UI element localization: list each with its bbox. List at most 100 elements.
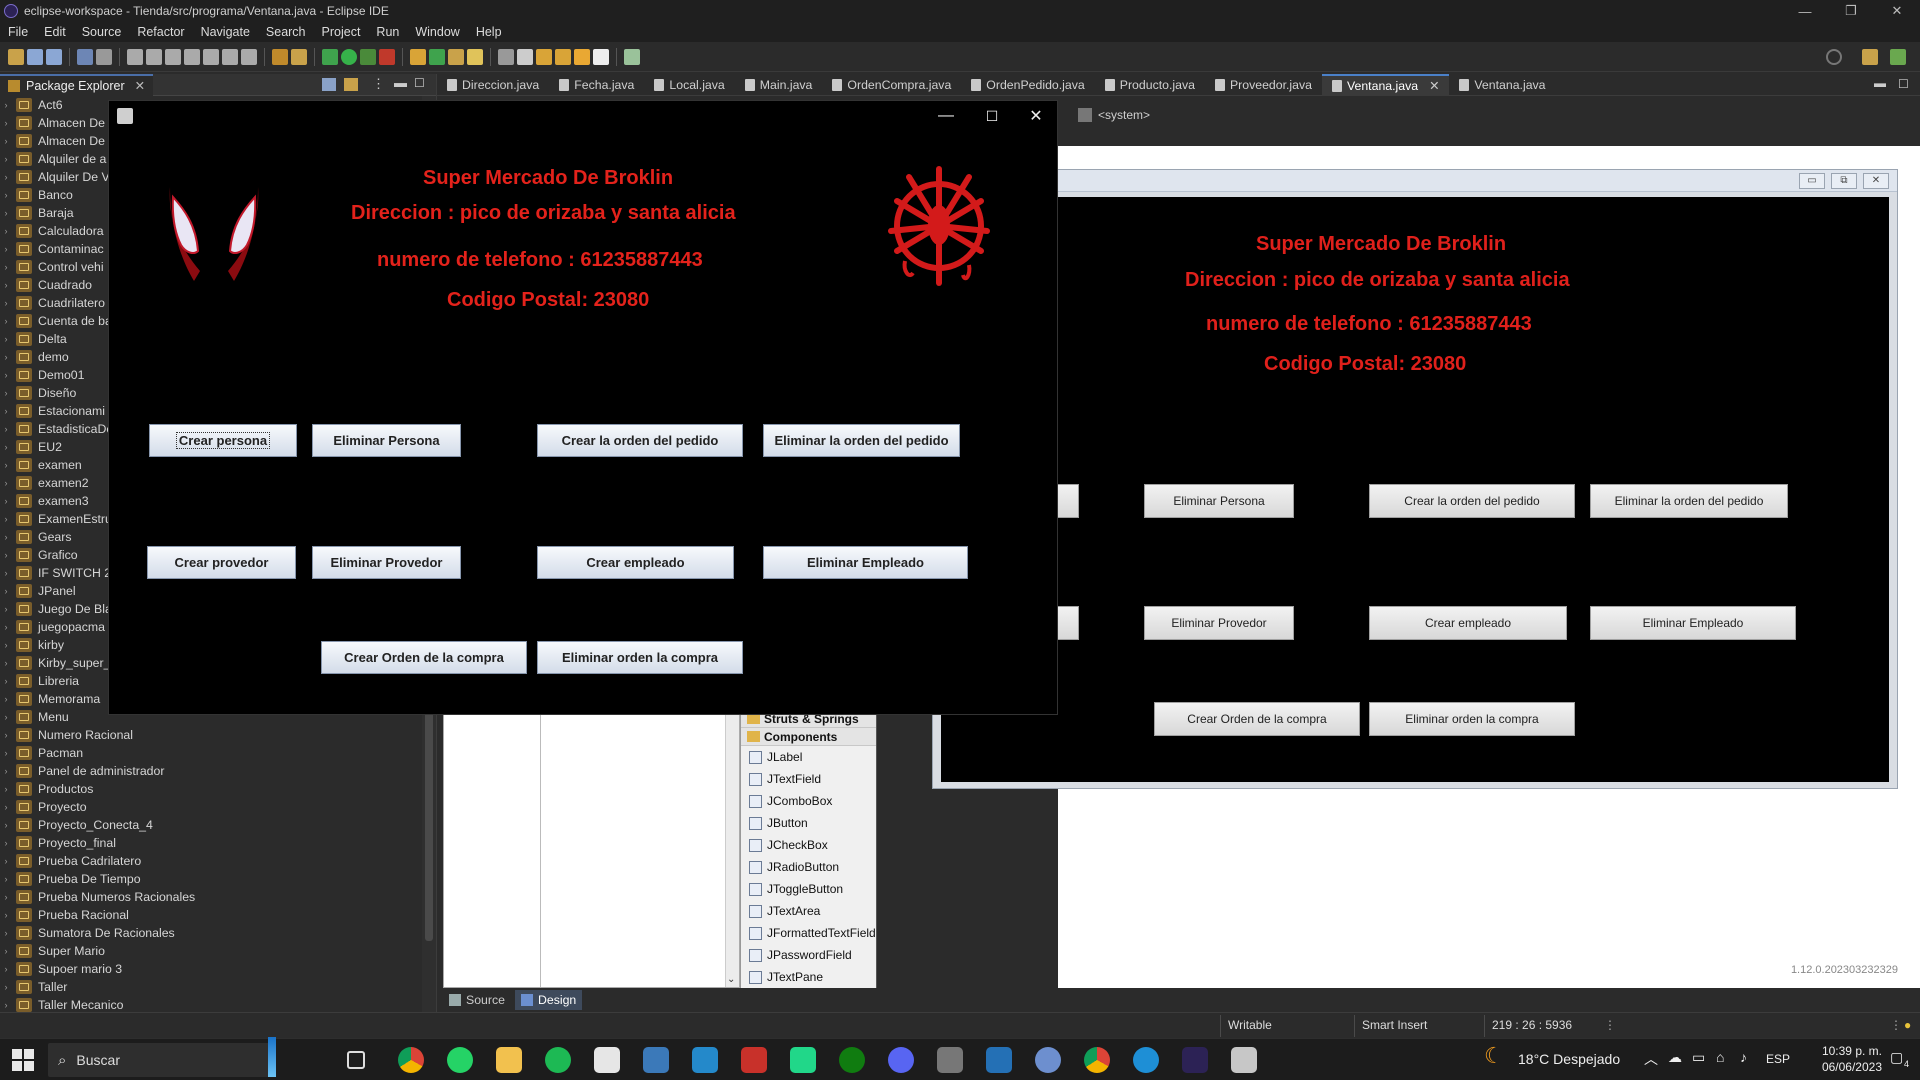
palette-component[interactable]: JRadioButton	[741, 856, 876, 878]
menu-window[interactable]: Window	[407, 25, 467, 39]
weather-text[interactable]: 18°C Despejado	[1518, 1051, 1620, 1067]
palette-component[interactable]: JLabel	[741, 746, 876, 768]
window-builder-icon[interactable]	[624, 48, 640, 65]
restore-icon[interactable]: ❐	[1828, 0, 1874, 22]
onenote-icon[interactable]	[986, 1047, 1012, 1073]
editor-tab[interactable]: Main.java	[735, 74, 823, 96]
expand-arrow-icon[interactable]: ›	[0, 820, 12, 830]
search-icon[interactable]	[1826, 49, 1842, 65]
expand-arrow-icon[interactable]: ›	[0, 190, 12, 200]
scroll-down-icon[interactable]: ⌄	[727, 974, 735, 985]
expand-arrow-icon[interactable]: ›	[0, 676, 12, 686]
notification-icon[interactable]: ▢	[1890, 1049, 1903, 1066]
project-item[interactable]: › Proyecto_final	[0, 834, 436, 852]
whatsapp-icon[interactable]	[447, 1047, 473, 1073]
palette-component[interactable]: JPasswordField	[741, 944, 876, 966]
pin-icon[interactable]	[517, 48, 533, 65]
skip-breakpoints-icon[interactable]	[96, 48, 112, 65]
project-item[interactable]: › Prueba De Tiempo	[0, 870, 436, 888]
open-task-icon[interactable]	[272, 48, 288, 65]
crear-empleado-button[interactable]: Crear empleado	[537, 546, 734, 579]
crear-persona-button[interactable]: Crear persona	[149, 424, 297, 457]
editor-tab[interactable]: Ventana.java ✕	[1321, 73, 1450, 96]
expand-arrow-icon[interactable]: ›	[0, 100, 12, 110]
structure-properties-panel[interactable]: ⌄	[443, 710, 740, 988]
java-perspective-icon[interactable]	[1890, 49, 1906, 65]
project-item[interactable]: › Productos	[0, 780, 436, 798]
expand-arrow-icon[interactable]: ›	[0, 442, 12, 452]
palette-component[interactable]: JButton	[741, 812, 876, 834]
spotify-icon[interactable]	[545, 1047, 571, 1073]
maximize-editor-icon[interactable]: ☐	[1898, 77, 1909, 91]
expand-arrow-icon[interactable]: ›	[0, 910, 12, 920]
eliminar-empleado-button[interactable]: Eliminar Empleado	[763, 546, 968, 579]
expand-arrow-icon[interactable]: ›	[0, 586, 12, 596]
project-item[interactable]: › Prueba Cadrilatero	[0, 852, 436, 870]
preview-eliminar-empleado-button[interactable]: Eliminar Empleado	[1590, 606, 1796, 640]
tray-chevron-icon[interactable]: ︿	[1644, 1049, 1658, 1069]
preview-eliminar-proveedor-button[interactable]: Eliminar Provedor	[1144, 606, 1294, 640]
expand-arrow-icon[interactable]: ›	[0, 532, 12, 542]
expand-arrow-icon[interactable]: ›	[0, 550, 12, 560]
close-icon[interactable]: ✕	[1874, 0, 1920, 22]
expand-arrow-icon[interactable]: ›	[0, 1000, 12, 1010]
new-icon[interactable]	[8, 48, 24, 65]
open-folder-icon[interactable]	[448, 48, 464, 65]
tip-bulb-icon[interactable]: ●	[1904, 1018, 1911, 1032]
file-explorer-icon[interactable]	[496, 1047, 522, 1073]
minimize-icon[interactable]: —	[1782, 0, 1828, 22]
project-item[interactable]: › Proyecto_Conecta_4	[0, 816, 436, 834]
expand-arrow-icon[interactable]: ›	[0, 964, 12, 974]
project-item[interactable]: › Prueba Racional	[0, 906, 436, 924]
palette-component[interactable]: JTextPane	[741, 966, 876, 988]
network-icon[interactable]: ⌂	[1716, 1049, 1724, 1065]
annotation-icon[interactable]	[498, 48, 514, 65]
task-view-icon[interactable]	[347, 1051, 365, 1069]
open-perspective-icon[interactable]	[1862, 49, 1878, 65]
project-item[interactable]: › Supoer mario 3	[0, 960, 436, 978]
suspend-icon[interactable]	[146, 48, 162, 65]
expand-arrow-icon[interactable]: ›	[0, 316, 12, 326]
step-return-icon[interactable]	[241, 48, 257, 65]
palette-component[interactable]: JToggleButton	[741, 878, 876, 900]
expand-arrow-icon[interactable]: ›	[0, 460, 12, 470]
palette-scrollbar[interactable]	[876, 710, 894, 988]
editor-tab[interactable]: Direccion.java	[437, 74, 549, 96]
palette-component[interactable]: JFormattedTextField	[741, 922, 876, 944]
crear-proveedor-button[interactable]: Crear provedor	[147, 546, 296, 579]
preview-crear-empleado-button[interactable]: Crear empleado	[1369, 606, 1567, 640]
cloud-icon[interactable]: ☁	[1668, 1049, 1682, 1066]
preview-phone[interactable]: numero de telefono : 61235887443	[1206, 313, 1532, 336]
tab-design[interactable]: Design	[514, 990, 583, 1010]
new-package-icon[interactable]	[429, 48, 445, 65]
menu-search[interactable]: Search	[258, 25, 314, 39]
menu-refactor[interactable]: Refactor	[129, 25, 192, 39]
palette-component[interactable]: JTextField	[741, 768, 876, 790]
sql-icon[interactable]	[741, 1047, 767, 1073]
expand-arrow-icon[interactable]: ›	[0, 172, 12, 182]
java-maximize-icon[interactable]: ☐	[969, 101, 1015, 131]
chrome-icon[interactable]	[398, 1047, 424, 1073]
java-minimize-icon[interactable]: —	[923, 101, 969, 131]
expand-arrow-icon[interactable]: ›	[0, 118, 12, 128]
expand-arrow-icon[interactable]: ›	[0, 568, 12, 578]
expand-arrow-icon[interactable]: ›	[0, 604, 12, 614]
expand-arrow-icon[interactable]: ›	[0, 874, 12, 884]
chrome-profile-icon[interactable]	[1084, 1047, 1110, 1073]
crear-orden-pedido-button[interactable]: Crear la orden del pedido	[537, 424, 743, 457]
preview-eliminar-persona-button[interactable]: Eliminar Persona	[1144, 484, 1294, 518]
inkscape-icon[interactable]	[594, 1047, 620, 1073]
menu-help[interactable]: Help	[468, 25, 510, 39]
expand-arrow-icon[interactable]: ›	[0, 784, 12, 794]
expand-arrow-icon[interactable]: ›	[0, 370, 12, 380]
editor-tab[interactable]: Producto.java	[1095, 74, 1205, 96]
open-type-icon[interactable]	[291, 48, 307, 65]
eliminar-proveedor-button[interactable]: Eliminar Provedor	[312, 546, 461, 579]
pycharm-icon[interactable]	[790, 1047, 816, 1073]
eliminar-persona-button[interactable]: Eliminar Persona	[312, 424, 461, 457]
status-more-icon[interactable]: ⋮	[1890, 1018, 1902, 1032]
preview-crear-orden-pedido-button[interactable]: Crear la orden del pedido	[1369, 484, 1575, 518]
run-icon[interactable]	[341, 48, 357, 65]
external-tools-icon[interactable]	[379, 48, 395, 65]
taskbar-search[interactable]: ⌕ Buscar	[48, 1037, 276, 1077]
